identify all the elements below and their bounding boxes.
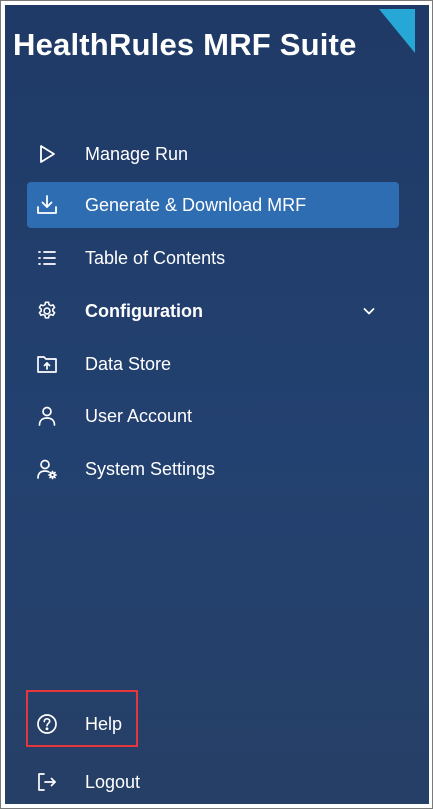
nav-item-user-account[interactable]: User Account: [27, 393, 399, 439]
brand-corner-accent: [379, 9, 415, 53]
nav-label: Configuration: [85, 300, 203, 321]
folder-upload-icon: [36, 353, 58, 375]
logout-icon: [36, 771, 58, 793]
nav-label: System Settings: [85, 458, 216, 479]
sidebar: HealthRules MRF Suite Manage Run Generat…: [5, 5, 429, 804]
nav-label: Table of Contents: [85, 247, 226, 268]
nav-item-data-store[interactable]: Data Store: [27, 341, 399, 387]
nav-item-generate-download-mrf[interactable]: Generate & Download MRF: [27, 182, 399, 228]
download-icon: [36, 194, 58, 216]
nav-label: User Account: [85, 405, 193, 426]
nav-item-table-of-contents[interactable]: Table of Contents: [27, 235, 399, 281]
nav-label: Logout: [85, 771, 141, 792]
nav-item-configuration[interactable]: Configuration: [27, 288, 399, 334]
play-icon: [36, 143, 58, 165]
nav-label: Manage Run: [85, 143, 189, 164]
nav-label: Generate & Download MRF: [85, 194, 307, 215]
nav-item-logout[interactable]: Logout: [27, 759, 399, 804]
user-gear-icon: [36, 458, 58, 480]
nav-label: Data Store: [85, 353, 172, 374]
app-logo-title: HealthRules MRF Suite: [13, 27, 357, 62]
user-icon: [36, 405, 58, 427]
chevron-down-icon[interactable]: [361, 303, 377, 319]
nav-item-manage-run[interactable]: Manage Run: [27, 131, 399, 177]
help-highlight-box: [26, 690, 138, 747]
gear-icon: [36, 300, 58, 322]
list-icon: [36, 247, 58, 269]
nav-item-system-settings[interactable]: System Settings: [27, 446, 399, 492]
window-frame: HealthRules MRF Suite Manage Run Generat…: [0, 0, 433, 809]
